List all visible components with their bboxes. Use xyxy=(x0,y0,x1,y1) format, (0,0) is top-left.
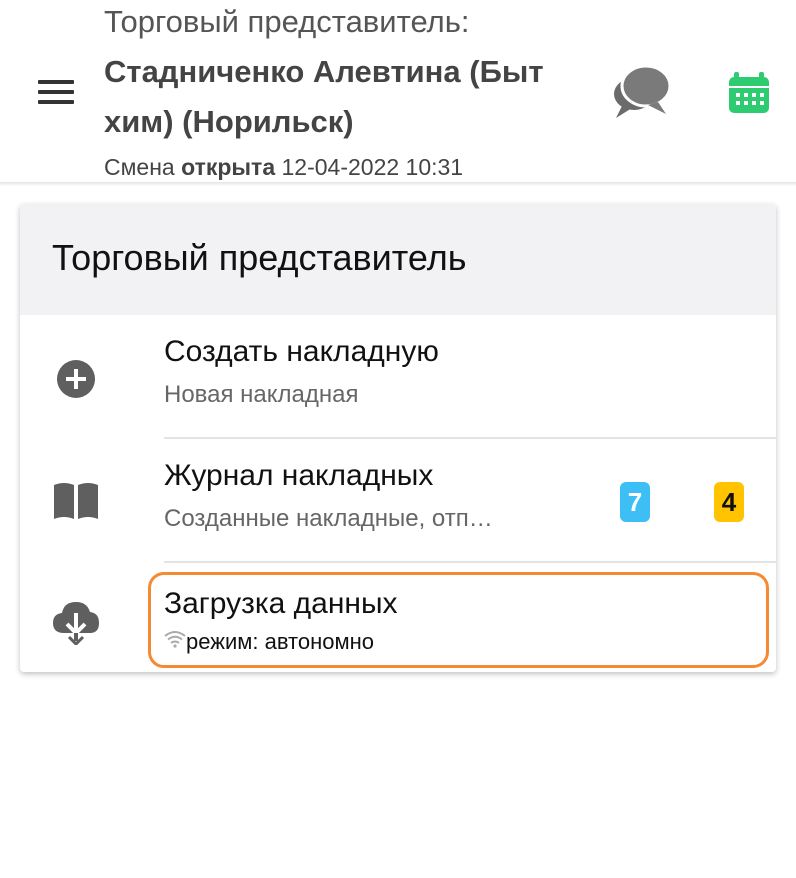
badge-count-blue: 7 xyxy=(620,482,650,522)
role-label: Торговый представитель: xyxy=(104,4,470,39)
menu-item-title: Журнал накладных xyxy=(164,459,434,492)
shift-status: Смена открыта 12-04-2022 10:31 xyxy=(104,154,463,181)
menu-item-data-loading[interactable]: Загрузка данных режим: автономно xyxy=(20,563,776,672)
wifi-icon xyxy=(164,631,186,648)
app-header: Торговый представитель: Стадниченко Алев… xyxy=(0,0,796,184)
menu-item-title: Загрузка данных xyxy=(164,587,398,620)
menu-item-subtitle: Новая накладная xyxy=(164,381,359,408)
header-shadow xyxy=(0,182,796,186)
badge-count-yellow: 4 xyxy=(714,482,744,522)
menu-icon-bar xyxy=(38,100,74,104)
menu-item-subtitle: режим: автономно xyxy=(164,629,724,655)
menu-icon-bar xyxy=(38,90,74,94)
add-circle-icon xyxy=(57,360,95,398)
card-header: Торговый представитель xyxy=(20,204,776,315)
agent-name: Стадниченко Алевтина (Быт хим) (Норильск… xyxy=(104,54,544,139)
chat-bubbles-icon xyxy=(614,64,672,118)
menu-item-title: Создать накладную xyxy=(164,335,439,368)
menu-item-subtitle: Созданные накладные, отп… xyxy=(164,505,493,532)
shift-state: открыта xyxy=(181,154,276,180)
cloud-download-icon xyxy=(53,602,99,645)
menu-card: Торговый представитель Создать накладную… xyxy=(20,204,776,672)
shift-datetime: 12-04-2022 10:31 xyxy=(281,154,464,180)
menu-icon xyxy=(38,80,74,84)
chat-button[interactable] xyxy=(608,60,674,124)
shift-prefix: Смена xyxy=(104,154,175,180)
mode-status: режим: автономно xyxy=(186,629,374,654)
calendar-button[interactable] xyxy=(726,70,772,116)
card-title: Торговый представитель xyxy=(52,237,467,278)
menu-button[interactable] xyxy=(30,72,82,112)
menu-item-create-invoice[interactable]: Создать накладную Новая накладная xyxy=(20,315,776,439)
book-icon xyxy=(54,483,98,519)
calendar-icon xyxy=(729,72,769,113)
menu-item-invoice-journal[interactable]: Журнал накладных Созданные накладные, от… xyxy=(20,439,776,563)
